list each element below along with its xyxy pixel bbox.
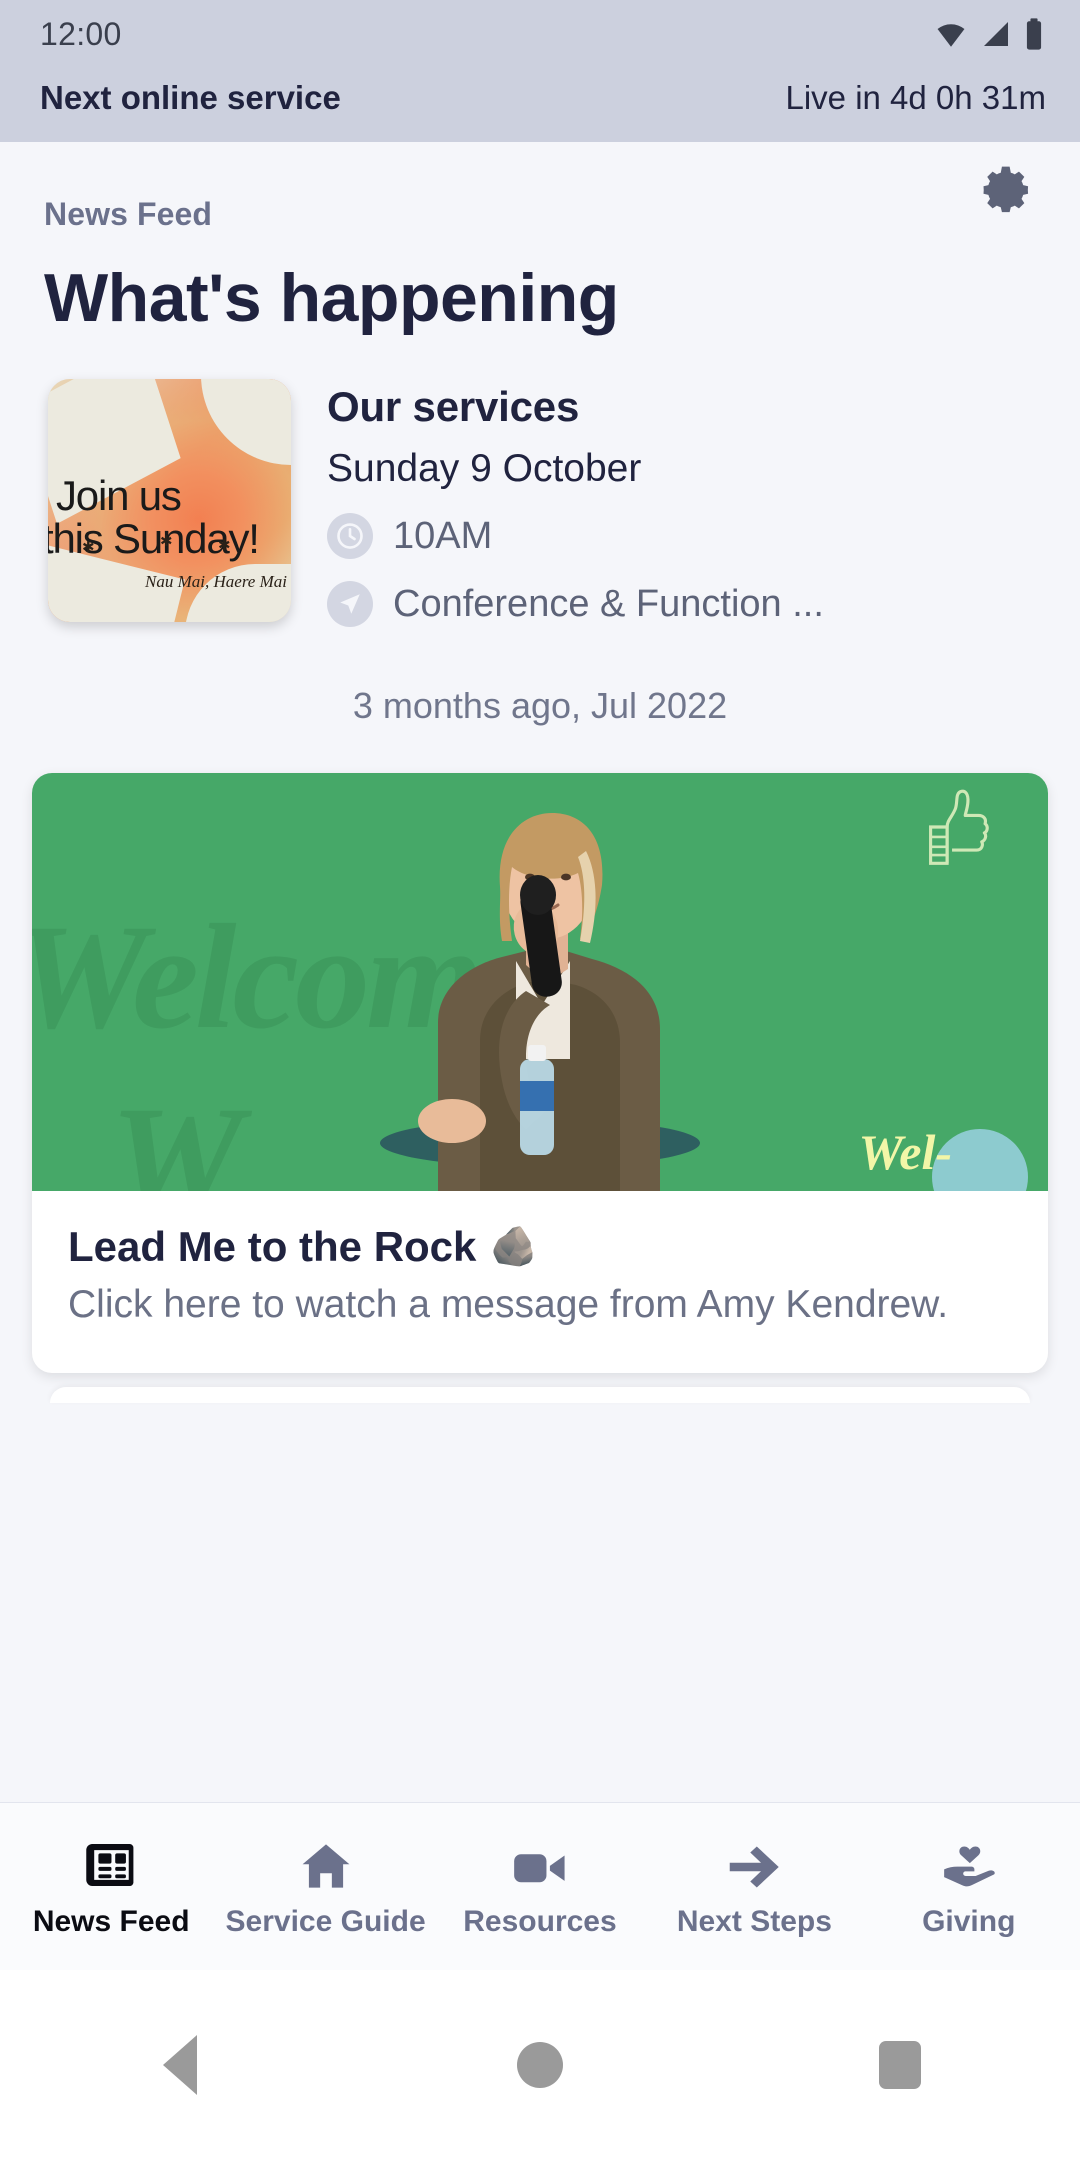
service-details: Our services Sunday 9 October 10AM Confe… [327, 379, 1036, 627]
hero-accent-word: Wel- [858, 1124, 952, 1180]
bottom-tab-bar: News Feed Service Guide Resources Next S… [0, 1802, 1080, 1970]
home-circle-icon [517, 2042, 563, 2088]
tab-label-giving: Giving [922, 1904, 1016, 1938]
android-system-nav [0, 1970, 1080, 2160]
tab-label-news-feed: News Feed [32, 1904, 190, 1938]
post-title: Lead Me to the Rock [68, 1223, 477, 1270]
post-hero-image[interactable]: Welcome W Wel- [32, 773, 1048, 1191]
tab-label-next-steps: Next Steps [676, 1904, 832, 1938]
system-back-button[interactable] [120, 2015, 240, 2115]
post-title-row: Lead Me to the Rock 🪨 [68, 1223, 1012, 1271]
thumbnail-caption: Nau Mai, Haere Mai [145, 572, 287, 591]
thumbnail-star-2: ✱ [160, 533, 173, 550]
hand-heart-icon [940, 1835, 998, 1891]
speaker-photo [418, 813, 660, 1191]
newspaper-icon [83, 1835, 139, 1891]
next-service-banner[interactable]: Next online service Live in 4d 0h 31m [0, 62, 1080, 134]
service-title: Our services [327, 383, 580, 430]
rock-emoji-icon: 🪨 [490, 1226, 538, 1268]
service-time: 10AM [393, 514, 493, 557]
gear-icon[interactable] [980, 162, 1036, 218]
service-summary-card[interactable]: Join us this Sunday! ✱ ✱ ✱ Nau Mai, Haer… [0, 337, 1080, 627]
arrow-right-icon [726, 1835, 782, 1891]
tab-news-feed[interactable]: News Feed [4, 1835, 218, 1939]
service-date: Sunday 9 October [327, 447, 642, 490]
tab-label-resources: Resources [463, 1904, 617, 1938]
feed-scroll-area[interactable]: News Feed What's happening Join us this … [0, 142, 1080, 1852]
status-clock: 12:00 [40, 15, 122, 52]
recents-square-icon [879, 2041, 921, 2089]
page-title: What's happening [44, 260, 619, 336]
thumbnail-star-1: ✱ [82, 539, 95, 556]
post-description: Click here to watch a message from Amy K… [68, 1283, 949, 1326]
battery-icon [1026, 18, 1042, 50]
thumbnail-star-3: ✱ [218, 537, 231, 554]
feed-header: News Feed What's happening [0, 142, 1080, 337]
service-thumbnail[interactable]: Join us this Sunday! ✱ ✱ ✱ Nau Mai, Haer… [48, 379, 291, 622]
tab-giving[interactable]: Giving [862, 1835, 1076, 1939]
status-icons [934, 17, 1044, 51]
post-text-body: Lead Me to the Rock 🪨 Click here to watc… [32, 1191, 1048, 1373]
post-timestamp: 3 months ago, Jul 2022 [352, 685, 728, 726]
next-post-card-peek[interactable] [50, 1386, 1030, 1403]
tab-label-service-guide: Service Guide [225, 1904, 426, 1938]
back-triangle-icon [163, 2035, 197, 2095]
top-bar: 12:00 Next online service Live in 4d 0h … [0, 0, 1080, 142]
status-bar: 12:00 [0, 0, 1080, 62]
tab-service-guide[interactable]: Service Guide [218, 1835, 432, 1939]
hero-background-word-2: W [110, 1076, 244, 1191]
thumbnail-headline-line1: Join us [56, 472, 182, 519]
wifi-icon [937, 24, 965, 47]
home-icon [299, 1835, 353, 1891]
service-location: Conference & Function ... [393, 582, 824, 625]
thumbs-up-outline-icon [929, 789, 989, 865]
next-service-countdown: Live in 4d 0h 31m [785, 79, 1046, 116]
navigation-arrow-icon [327, 581, 373, 627]
news-post-card[interactable]: Welcome W Wel- Lead Me to the Rock 🪨 Cli… [32, 773, 1048, 1373]
system-recents-button[interactable] [840, 2015, 960, 2115]
video-camera-icon [512, 1835, 568, 1891]
service-time-row: 10AM [327, 513, 1036, 559]
cellular-signal-icon [984, 22, 1008, 46]
tab-resources[interactable]: Resources [433, 1835, 647, 1939]
clock-icon [327, 513, 373, 559]
system-home-button[interactable] [480, 2015, 600, 2115]
next-service-label: Next online service [40, 79, 341, 116]
service-location-row[interactable]: Conference & Function ... [327, 581, 1036, 627]
app-screen: 12:00 Next online service Live in 4d 0h … [0, 0, 1080, 2160]
page-eyebrow: News Feed [44, 196, 213, 232]
tab-next-steps[interactable]: Next Steps [647, 1835, 861, 1939]
